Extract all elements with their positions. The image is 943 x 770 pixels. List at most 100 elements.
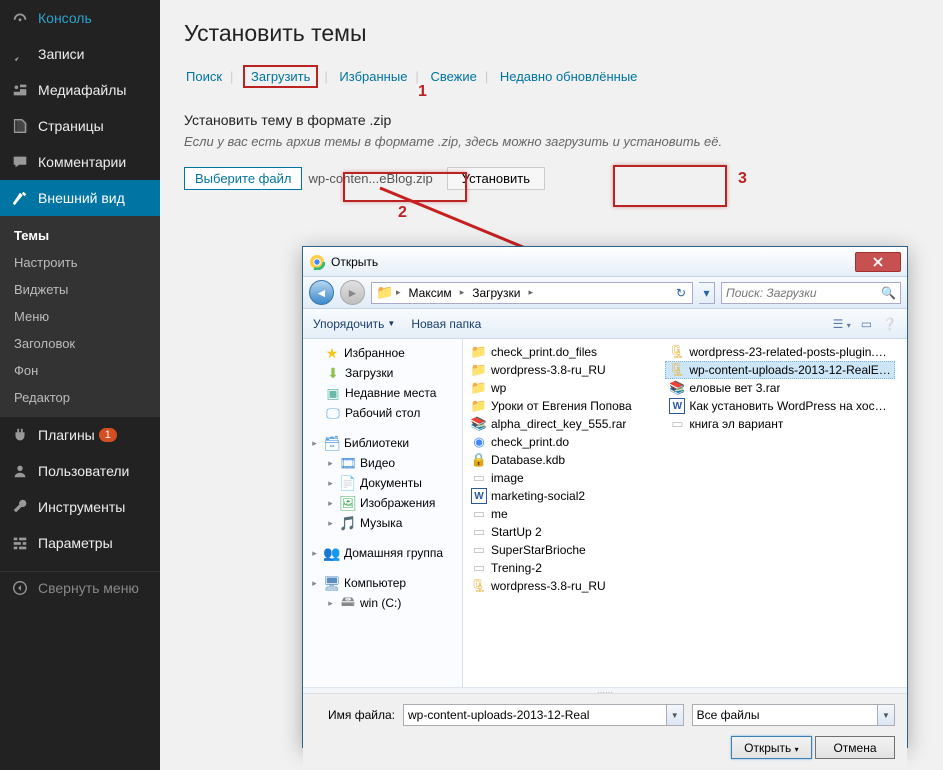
computer-icon: 🖥	[324, 575, 340, 591]
file-item[interactable]: ◉check_print.do	[467, 433, 662, 451]
sidebar-submenu: Темы Настроить Виджеты Меню Заголовок Фо…	[0, 216, 160, 417]
sidebar-item-comments[interactable]: Комментарии	[0, 144, 160, 180]
crumb-dropdown[interactable]: ▾	[699, 282, 715, 304]
crumb-seg[interactable]: Загрузки	[468, 286, 524, 300]
tab-fresh[interactable]: Свежие	[428, 69, 478, 84]
file-item[interactable]: 🔒Database.kdb	[467, 451, 662, 469]
breadcrumb[interactable]: 📁 ▸ Максим▸ Загрузки▸ ↻	[371, 282, 693, 304]
new-folder-button[interactable]: Новая папка	[411, 317, 481, 331]
search-input[interactable]	[722, 283, 900, 303]
tab-recent[interactable]: Недавно обновлённые	[498, 69, 640, 84]
file-item[interactable]: ▭SuperStarBrioche	[467, 541, 662, 559]
dialog-close-button[interactable]	[855, 252, 901, 272]
tab-search[interactable]: Поиск	[184, 69, 224, 84]
file-item[interactable]: 📁wordpress-3.8-ru_RU	[467, 361, 662, 379]
tree-item[interactable]: Документы	[360, 476, 422, 490]
sidebar-item-pages[interactable]: Страницы	[0, 108, 160, 144]
sidebar-label: Комментарии	[38, 154, 126, 170]
preview-button[interactable]: ▭	[861, 317, 872, 331]
nav-tree[interactable]: ★ Избранное ⬇ Загрузки ▣ Недавние места 🖵 Ра…	[303, 339, 463, 687]
dialog-search[interactable]: 🔍	[721, 282, 901, 304]
tree-item[interactable]: Недавние места	[345, 386, 436, 400]
tree-favorites[interactable]: Избранное	[344, 346, 405, 360]
file-item[interactable]: 📚еловые вет 3.rar	[665, 379, 895, 397]
file-item[interactable]: ▭Trening-2	[467, 559, 662, 577]
sub-customize[interactable]: Настроить	[0, 249, 160, 276]
desktop-icon: 🖵	[325, 405, 341, 421]
sidebar-item-plugins[interactable]: Плагины1	[0, 417, 160, 453]
file-item[interactable]: WКак установить WordPress на хостинге	[665, 397, 895, 415]
recent-icon: ▣	[325, 385, 341, 401]
upload-heading: Установить тему в формате .zip	[184, 112, 919, 128]
star-icon: ★	[324, 345, 340, 361]
filter-combo[interactable]: Все файлы▼	[692, 704, 895, 726]
nav-back-button[interactable]: ◄	[309, 280, 334, 305]
tree-item[interactable]: win (C:)	[360, 596, 401, 610]
sidebar-label: Плагины	[38, 427, 95, 443]
sidebar-item-appearance[interactable]: Внешний вид	[0, 180, 160, 216]
sidebar-item-settings[interactable]: Параметры	[0, 525, 160, 561]
tools-icon	[10, 497, 30, 517]
sidebar-item-media[interactable]: Медиафайлы	[0, 72, 160, 108]
sub-widgets[interactable]: Виджеты	[0, 276, 160, 303]
file-item[interactable]: 🗜wordpress-23-related-posts-plugin.3.2	[665, 343, 895, 361]
sub-editor[interactable]: Редактор	[0, 384, 160, 411]
tree-item[interactable]: Загрузки	[345, 366, 393, 380]
install-button[interactable]: Установить	[447, 167, 545, 190]
file-icon: ▭	[471, 524, 487, 540]
filename-combo[interactable]: wp-content-uploads-2013-12-Real▼	[403, 704, 684, 726]
sidebar-item-posts[interactable]: Записи	[0, 36, 160, 72]
open-button[interactable]: Открыть ▾	[731, 736, 812, 759]
help-button[interactable]: ❔	[882, 317, 897, 331]
documents-icon: 📄	[340, 475, 356, 491]
dropdown-icon[interactable]: ▼	[877, 705, 894, 725]
tree-item[interactable]: Музыка	[360, 516, 402, 530]
file-name: StartUp 2	[491, 525, 542, 539]
sidebar-collapse[interactable]: Свернуть меню	[0, 571, 160, 606]
upload-hint: Если у вас есть архив темы в формате .zi…	[184, 134, 919, 149]
file-item[interactable]: Wmarketing-social2	[467, 487, 662, 505]
sidebar-item-console[interactable]: Консоль	[0, 0, 160, 36]
file-item[interactable]: ▭книга эл вариант	[665, 415, 895, 433]
tree-item[interactable]: Видео	[360, 456, 395, 470]
choose-file-button[interactable]: Выберите файл	[184, 167, 302, 190]
main-content: Установить темы Поиск| Загрузить| Избран…	[160, 0, 943, 210]
file-name: marketing-social2	[491, 489, 585, 503]
sub-menus[interactable]: Меню	[0, 303, 160, 330]
cancel-button[interactable]: Отмена	[815, 736, 895, 759]
tree-item[interactable]: Рабочий стол	[345, 406, 420, 420]
tree-libraries[interactable]: Библиотеки	[344, 436, 409, 450]
download-icon: ⬇	[325, 365, 341, 381]
file-item[interactable]: ▭ StartUp 2	[467, 523, 662, 541]
tab-upload[interactable]: Загрузить	[243, 65, 318, 88]
tree-computer[interactable]: Компьютер	[344, 576, 406, 590]
file-item[interactable]: 📁wp	[467, 379, 662, 397]
sidebar-item-users[interactable]: Пользователи	[0, 453, 160, 489]
zip-icon: 🗜	[471, 578, 487, 594]
file-item[interactable]: 🗜wordpress-3.8-ru_RU	[467, 577, 662, 595]
file-item[interactable]: 📁check_print.do_files	[467, 343, 662, 361]
file-item[interactable]: 📚alpha_direct_key_555.rar	[467, 415, 662, 433]
file-item[interactable]: ▭me	[467, 505, 662, 523]
sub-header[interactable]: Заголовок	[0, 330, 160, 357]
crumb-seg[interactable]: Максим	[405, 286, 456, 300]
organize-button[interactable]: Упорядочить ▼	[313, 317, 395, 331]
tree-homegroup[interactable]: Домашняя группа	[344, 546, 443, 560]
sidebar-label: Внешний вид	[38, 190, 125, 206]
sidebar-label: Записи	[38, 46, 84, 62]
nav-forward-button[interactable]: ►	[340, 280, 365, 305]
tree-item[interactable]: Изображения	[360, 496, 435, 510]
dropdown-icon[interactable]: ▼	[666, 705, 683, 725]
library-icon: 🗃	[324, 435, 340, 451]
dialog-titlebar[interactable]: Открыть	[303, 247, 907, 277]
sub-themes[interactable]: Темы	[0, 222, 160, 249]
tab-favorites[interactable]: Избранные	[337, 69, 409, 84]
file-list[interactable]: 📁check_print.do_files📁wordpress-3.8-ru_R…	[463, 339, 907, 687]
sidebar-item-tools[interactable]: Инструменты	[0, 489, 160, 525]
file-item[interactable]: ▭image	[467, 469, 662, 487]
view-button[interactable]: ☰ ▾	[833, 317, 851, 331]
file-item[interactable]: 📁Уроки от Евгения Попова	[467, 397, 662, 415]
file-item[interactable]: 🗜wp-content-uploads-2013-12-RealEstateBl…	[665, 361, 895, 379]
refresh-icon[interactable]: ↻	[672, 286, 690, 300]
sub-background[interactable]: Фон	[0, 357, 160, 384]
